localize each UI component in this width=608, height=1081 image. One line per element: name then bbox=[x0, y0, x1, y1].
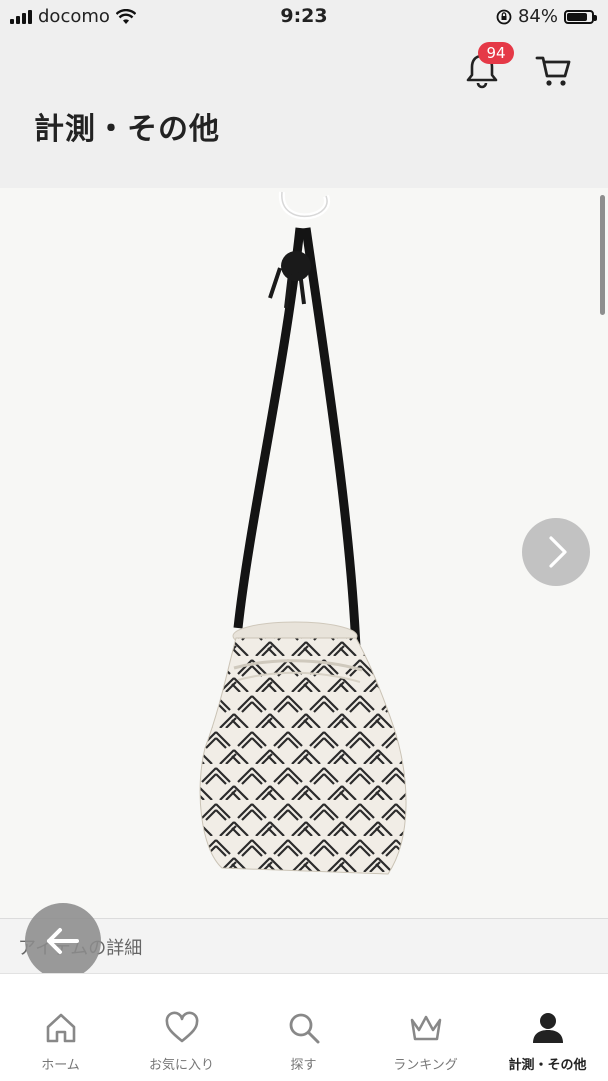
product-photo[interactable] bbox=[0, 188, 608, 918]
next-image-button[interactable] bbox=[522, 518, 590, 586]
tab-home[interactable]: ホーム bbox=[0, 974, 121, 1081]
tab-home-label: ホーム bbox=[41, 1058, 80, 1073]
person-icon bbox=[532, 1013, 563, 1043]
bottom-tab-bar: ホーム お気に入り 探す ランキング 計測・その他 bbox=[0, 973, 608, 1081]
tab-ranking-label: ランキング bbox=[393, 1058, 458, 1073]
tab-favorites-label: お気に入り bbox=[148, 1058, 214, 1073]
page-title: 計測・その他 bbox=[34, 112, 220, 147]
notification-badge: 94 bbox=[478, 42, 514, 64]
status-bar: docomo 9:23 84% bbox=[0, 0, 608, 34]
orientation-lock-icon bbox=[496, 9, 512, 24]
battery-percent: 84% bbox=[517, 6, 558, 27]
cart-icon[interactable] bbox=[534, 50, 574, 90]
chevron-right-icon bbox=[549, 536, 567, 568]
page-header: 計測・その他 bbox=[0, 34, 608, 188]
tab-search[interactable]: 探す bbox=[243, 974, 364, 1081]
crown-icon bbox=[410, 1015, 441, 1041]
tab-ranking[interactable]: ランキング bbox=[365, 974, 486, 1081]
battery-icon bbox=[564, 9, 597, 24]
tab-other-label: 計測・その他 bbox=[508, 1058, 587, 1073]
back-button[interactable] bbox=[25, 903, 101, 979]
scrollbar[interactable] bbox=[600, 195, 605, 315]
arrow-left-icon bbox=[47, 928, 79, 954]
tab-other[interactable]: 計測・その他 bbox=[487, 974, 608, 1081]
tab-search-label: 探す bbox=[290, 1058, 317, 1073]
home-icon bbox=[46, 1013, 75, 1043]
tab-favorites[interactable]: お気に入り bbox=[121, 974, 242, 1081]
status-right: 84% bbox=[496, 6, 597, 27]
heart-icon bbox=[165, 1011, 198, 1043]
search-icon bbox=[289, 1013, 319, 1044]
